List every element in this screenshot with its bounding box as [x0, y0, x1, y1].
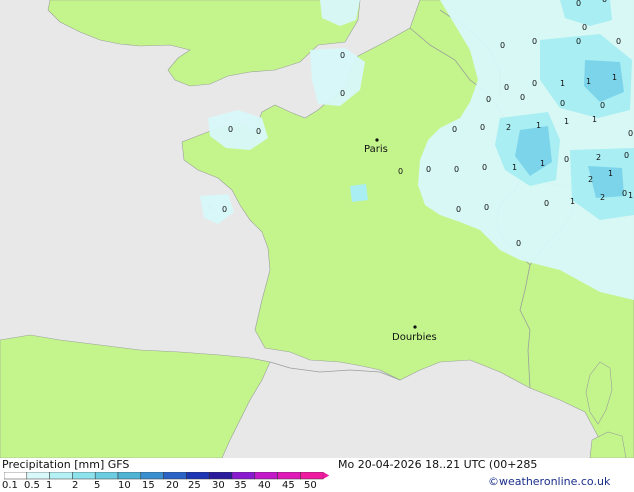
legend-label: 5: [94, 480, 101, 491]
legend-label: 15: [142, 480, 155, 491]
precip-value: 0: [454, 165, 459, 174]
precip-value: 0: [622, 189, 627, 198]
precip-value: 1: [564, 117, 569, 126]
legend-label: 45: [282, 480, 295, 491]
legend-swatch: [277, 472, 301, 480]
legend-label: 1: [46, 480, 53, 491]
legend-swatch: [72, 472, 96, 480]
precip-value: 1: [512, 163, 517, 172]
precip-value: 0: [256, 127, 261, 136]
legend-swatch: [231, 472, 256, 480]
precip-value: 2: [600, 193, 605, 202]
precip-value: 0: [520, 93, 525, 102]
precip-value: 0: [500, 41, 505, 50]
precip-value: 1: [570, 197, 575, 206]
precip-value: 1: [560, 79, 565, 88]
legend-label: 50: [304, 480, 317, 491]
legend-label: 0.5: [24, 480, 40, 491]
precip-value: 1: [592, 115, 597, 124]
legend-swatch: [4, 472, 28, 480]
precip-value: 1: [612, 73, 617, 82]
precip-value: 0: [456, 205, 461, 214]
precip-value: 0: [516, 239, 521, 248]
legend-swatch: [140, 472, 164, 480]
map-footer: Precipitation [mm] GFS Mo 20-04-2026 18.…: [0, 458, 634, 491]
city-label: Paris: [364, 144, 388, 155]
legend-swatch: [49, 472, 73, 480]
precip-value: 0: [628, 129, 633, 138]
precip-value: 0: [532, 37, 537, 46]
precip-value: 2: [596, 153, 601, 162]
legend-label: 10: [118, 480, 131, 491]
legend-colorbar: [4, 472, 330, 480]
precipitation-map: 0000000000000000000000000001112111121121…: [0, 0, 634, 458]
legend-arrow: [323, 472, 330, 479]
precip-value: 0: [624, 151, 629, 160]
precip-value: 1: [586, 77, 591, 86]
city-label: Dourbies: [392, 332, 437, 343]
precip-value: 0: [544, 199, 549, 208]
precip-value: 0: [222, 205, 227, 214]
precip-value: 0: [576, 37, 581, 46]
legend-swatch: [300, 472, 324, 480]
legend-label: 30: [212, 480, 225, 491]
forecast-datetime: Mo 20-04-2026 18..21 UTC (00+285: [338, 458, 538, 471]
credit-text: ©weatheronline.co.uk: [488, 475, 611, 488]
precip-value: 0: [340, 89, 345, 98]
legend-label: 20: [166, 480, 179, 491]
precip-value: 0: [582, 23, 587, 32]
precip-value: 0: [340, 51, 345, 60]
precip-title: Precipitation [mm] GFS: [2, 458, 130, 471]
city-marker: [413, 325, 417, 329]
precip-value: 0: [532, 79, 537, 88]
legend-swatch: [208, 472, 233, 480]
precip-value: 0: [560, 99, 565, 108]
legend-swatch: [186, 472, 210, 480]
precip-value: 0: [576, 0, 581, 8]
precip-value: 0: [452, 125, 457, 134]
precip-value: 1: [628, 191, 633, 200]
precip-value: 0: [426, 165, 431, 174]
legend-swatch: [163, 472, 187, 480]
legend-label: 35: [234, 480, 247, 491]
legend-label: 25: [188, 480, 201, 491]
precip-value: 1: [536, 121, 541, 130]
legend-swatch: [254, 472, 278, 480]
legend-swatch: [117, 472, 142, 480]
precip-value: 2: [588, 175, 593, 184]
legend-label: 40: [258, 480, 271, 491]
legend-swatch: [26, 472, 50, 480]
precip-value: 0: [504, 83, 509, 92]
precip-value: 0: [602, 0, 607, 4]
precip-value: 0: [484, 203, 489, 212]
precip-value: 2: [506, 123, 511, 132]
precip-value: 0: [482, 163, 487, 172]
precip-value: 0: [480, 123, 485, 132]
legend-label: 0.1: [2, 480, 18, 491]
precip-value: 0: [398, 167, 403, 176]
precip-value: 1: [540, 159, 545, 168]
precip-value: 1: [608, 169, 613, 178]
precip-value: 0: [600, 101, 605, 110]
city-marker: [375, 138, 379, 142]
precip-value: 0: [486, 95, 491, 104]
precip-value: 0: [616, 37, 621, 46]
precip-value: 0: [564, 155, 569, 164]
precip-value: 0: [228, 125, 233, 134]
legend-swatch: [94, 472, 119, 480]
legend-label: 2: [72, 480, 79, 491]
